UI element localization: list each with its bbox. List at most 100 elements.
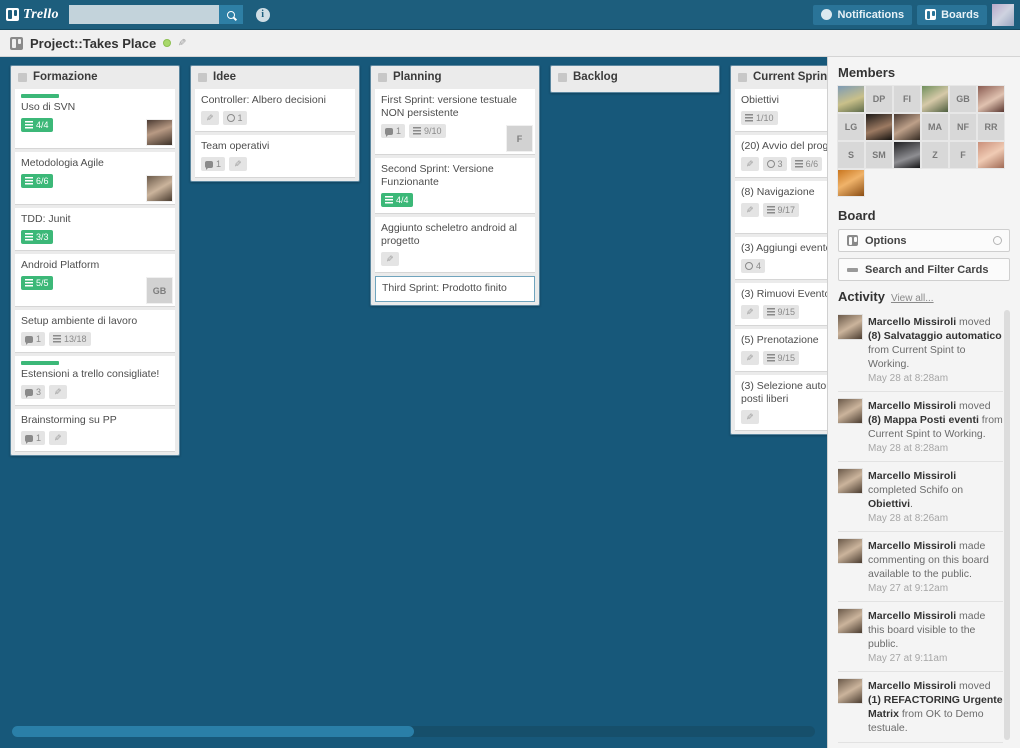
list-menu-icon[interactable] bbox=[738, 72, 747, 82]
edit-board-icon[interactable]: ✎ bbox=[178, 38, 186, 49]
scrollbar-thumb[interactable] bbox=[12, 726, 414, 737]
activity-target[interactable]: (8) Salvataggio automatico bbox=[868, 330, 1002, 342]
card-member-avatar[interactable]: GB bbox=[147, 278, 172, 303]
list-planning: Planning First Sprint: versione testuale … bbox=[370, 65, 540, 306]
card[interactable]: (20) Avvio del progetto (GUI) ✎ 3 6/6 bbox=[735, 135, 827, 178]
list-menu-icon[interactable] bbox=[18, 72, 27, 82]
activity-target[interactable]: Obiettivi bbox=[868, 498, 910, 510]
checklist-icon bbox=[794, 160, 803, 168]
card[interactable]: First Sprint: versione testuale NON pers… bbox=[375, 89, 535, 155]
card[interactable]: Second Sprint: Versione Funzionante 4/4 bbox=[375, 158, 535, 214]
member-avatar[interactable] bbox=[922, 86, 948, 112]
card[interactable]: Metodologia Agile 6/6 bbox=[15, 152, 175, 205]
member-avatar[interactable] bbox=[838, 86, 864, 112]
badge-text: 9/10 bbox=[424, 126, 442, 136]
list-menu-icon[interactable] bbox=[378, 72, 387, 82]
activity-avatar[interactable] bbox=[838, 539, 862, 563]
list-header[interactable]: Backlog bbox=[551, 66, 719, 89]
activity-target[interactable]: (1) REFACTORING Urgente Matrix bbox=[868, 694, 1003, 720]
info-icon[interactable]: i bbox=[255, 7, 270, 22]
list-header[interactable]: Formazione bbox=[11, 66, 179, 89]
card[interactable]: Uso di SVN 4/4 bbox=[15, 89, 175, 149]
member-avatar[interactable] bbox=[978, 86, 1004, 112]
notifications-button[interactable]: Notifications bbox=[813, 4, 913, 25]
search-button[interactable] bbox=[218, 5, 243, 24]
activity-user[interactable]: Marcello Missiroli bbox=[868, 470, 956, 482]
board-visibility-icon[interactable] bbox=[163, 39, 172, 47]
activity-user[interactable]: Marcello Missiroli bbox=[868, 610, 956, 622]
member-avatar[interactable] bbox=[838, 170, 864, 196]
card-badges: ✎ 3 6/6 bbox=[741, 157, 827, 171]
card[interactable]: (3) Selezione automatica dei posti liber… bbox=[735, 375, 827, 431]
boards-button[interactable]: Boards bbox=[917, 4, 987, 25]
card[interactable]: Android Platform 5/5 GB bbox=[15, 254, 175, 307]
list-header[interactable]: Current Sprint bbox=[731, 66, 827, 89]
search-filter-cards-button[interactable]: Search and Filter Cards bbox=[838, 258, 1010, 281]
member-avatar[interactable]: RR bbox=[978, 114, 1004, 140]
card[interactable]: Third Sprint: Prodotto finito bbox=[375, 276, 535, 302]
activity-user[interactable]: Marcello Missiroli bbox=[868, 400, 956, 412]
card[interactable]: Controller: Albero decisioni ✎ 1 bbox=[195, 89, 355, 132]
user-avatar[interactable] bbox=[992, 3, 1014, 26]
badge-text: 4 bbox=[756, 261, 762, 271]
board-horizontal-scrollbar[interactable] bbox=[0, 715, 827, 748]
activity-scrollbar[interactable] bbox=[1004, 310, 1010, 740]
card[interactable]: (3) Aggiungi evento 4 bbox=[735, 237, 827, 280]
activity-target[interactable]: (8) Mappa Posti eventi bbox=[868, 414, 979, 426]
trello-logo[interactable]: Trello bbox=[6, 7, 59, 23]
card-label[interactable] bbox=[21, 94, 59, 98]
card-member-avatar[interactable] bbox=[147, 120, 172, 145]
member-avatar[interactable]: NF bbox=[950, 114, 976, 140]
card-title: (5) Prenotazione bbox=[741, 334, 819, 346]
member-avatar[interactable]: Z bbox=[922, 142, 948, 168]
member-avatar[interactable] bbox=[894, 142, 920, 168]
card[interactable]: (3) Rimuovi Evento ✎ 9/15 bbox=[735, 283, 827, 326]
checklist-icon bbox=[25, 279, 33, 287]
board-icon bbox=[10, 36, 23, 50]
badge-text: 6/6 bbox=[36, 176, 49, 186]
board-options-button[interactable]: Options bbox=[838, 229, 1010, 252]
member-avatar[interactable]: LG bbox=[838, 114, 864, 140]
card-member-avatar[interactable] bbox=[147, 176, 172, 201]
activity-user[interactable]: Marcello Missiroli bbox=[868, 316, 956, 328]
list-formazione: Formazione Uso di SVN 4/4 Metodologia Agile… bbox=[10, 65, 180, 456]
card[interactable]: Brainstorming su PP 1 ✎ bbox=[15, 409, 175, 452]
view-all-link[interactable]: View all... bbox=[891, 293, 934, 304]
member-avatar[interactable] bbox=[978, 142, 1004, 168]
card[interactable]: Aggiunto scheletro android al progetto ✎ bbox=[375, 217, 535, 273]
member-avatar[interactable]: DP bbox=[866, 86, 892, 112]
member-avatar[interactable]: FI bbox=[894, 86, 920, 112]
list-header[interactable]: Idee bbox=[191, 66, 359, 89]
card[interactable]: (5) Prenotazione ✎ 9/15 bbox=[735, 329, 827, 372]
card[interactable]: Obiettivi 1/10 bbox=[735, 89, 827, 132]
list-title: Backlog bbox=[573, 71, 618, 83]
search-input[interactable] bbox=[68, 5, 219, 24]
card[interactable]: Setup ambiente di lavoro 1 13/18 bbox=[15, 310, 175, 353]
activity-avatar[interactable] bbox=[838, 469, 862, 493]
member-avatar[interactable]: F bbox=[950, 142, 976, 168]
card[interactable]: Team operativi 1 ✎ bbox=[195, 135, 355, 178]
activity-user[interactable]: Marcello Missiroli bbox=[868, 680, 956, 692]
member-avatar[interactable]: MA bbox=[922, 114, 948, 140]
activity-avatar[interactable] bbox=[838, 609, 862, 633]
member-avatar[interactable]: GB bbox=[950, 86, 976, 112]
activity-avatar[interactable] bbox=[838, 679, 862, 703]
card[interactable]: Estensioni a trello consigliate! 3 ✎ bbox=[15, 356, 175, 406]
card[interactable]: TDD: Junit 3/3 bbox=[15, 208, 175, 251]
activity-user[interactable]: Marcello Missiroli bbox=[868, 540, 956, 552]
list-menu-icon[interactable] bbox=[558, 72, 567, 82]
activity-avatar[interactable] bbox=[838, 399, 862, 423]
list-menu-icon[interactable] bbox=[198, 72, 207, 82]
card-member-avatar[interactable]: F bbox=[507, 126, 532, 151]
comment-icon bbox=[25, 388, 33, 398]
activity-body: Marcello Missiroli made this board visib… bbox=[868, 609, 1003, 664]
member-avatar[interactable] bbox=[866, 114, 892, 140]
card-label[interactable] bbox=[21, 361, 59, 365]
member-avatar[interactable] bbox=[894, 114, 920, 140]
card-badges: ✎ 9/15 bbox=[741, 305, 827, 319]
member-avatar[interactable]: S bbox=[838, 142, 864, 168]
card[interactable]: (8) Navigazione✎9/17LG bbox=[735, 181, 827, 234]
member-avatar[interactable]: SM bbox=[866, 142, 892, 168]
activity-avatar[interactable] bbox=[838, 315, 862, 339]
list-header[interactable]: Planning bbox=[371, 66, 539, 89]
